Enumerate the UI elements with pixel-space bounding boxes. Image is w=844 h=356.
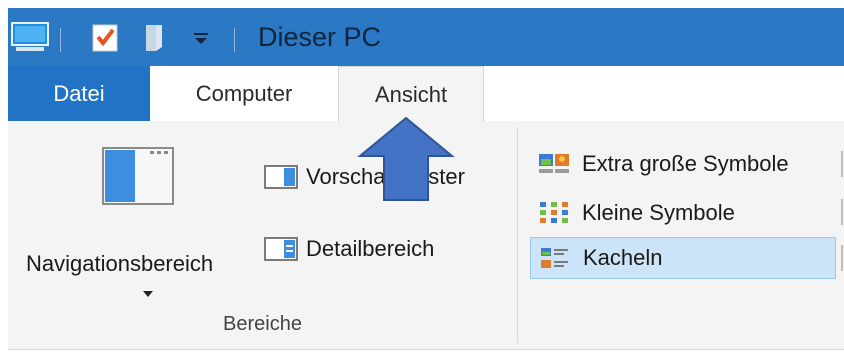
tab-computer[interactable]: Computer <box>150 66 338 121</box>
layout-extra-large-label: Extra große Symbole <box>582 151 789 176</box>
group-label-bereiche: Bereiche <box>223 313 302 335</box>
extra-large-icons-icon <box>538 151 570 177</box>
toolbar-separator <box>234 28 235 52</box>
ribbon-tab-row: Datei Computer Ansicht <box>8 66 844 122</box>
small-icons-icon <box>538 200 570 226</box>
group-divider <box>517 127 518 343</box>
gallery-column-separator <box>841 151 843 177</box>
layout-small-icons[interactable]: Kleine Symbole <box>530 192 836 234</box>
gallery-column-separator <box>841 199 843 225</box>
details-pane-button[interactable]: Detailbereich <box>264 233 434 265</box>
explorer-window: Dieser PC Datei Computer Ansicht Navigat… <box>0 0 844 356</box>
title-bar: Dieser PC <box>8 8 844 66</box>
tab-datei[interactable]: Datei <box>8 66 150 121</box>
new-folder-icon[interactable] <box>142 8 168 66</box>
annotation-arrow-up-icon <box>356 116 456 202</box>
layout-tiles[interactable]: Kacheln <box>530 237 836 279</box>
navigation-pane-button[interactable]: Navigationsbereich <box>20 143 256 313</box>
layout-small-icons-label: Kleine Symbole <box>582 200 735 225</box>
window-title: Dieser PC <box>258 22 382 52</box>
navigation-pane-label: Navigationsbereich <box>26 251 214 276</box>
gallery-column-separator <box>841 245 843 271</box>
chevron-down-icon <box>143 291 153 297</box>
toolbar-separator <box>60 28 61 52</box>
properties-checkmark-icon[interactable] <box>90 8 120 66</box>
tiles-icon <box>539 245 571 271</box>
tab-ansicht[interactable]: Ansicht <box>338 66 484 122</box>
details-pane-icon <box>264 237 298 261</box>
computer-icon[interactable] <box>10 8 50 66</box>
layout-tiles-label: Kacheln <box>583 245 663 270</box>
navigation-pane-icon <box>102 147 174 205</box>
preview-pane-icon <box>264 165 298 189</box>
details-pane-label: Detailbereich <box>306 236 435 261</box>
layout-extra-large-icons[interactable]: Extra große Symbole <box>530 143 836 185</box>
customize-dropdown-icon[interactable] <box>190 8 212 66</box>
